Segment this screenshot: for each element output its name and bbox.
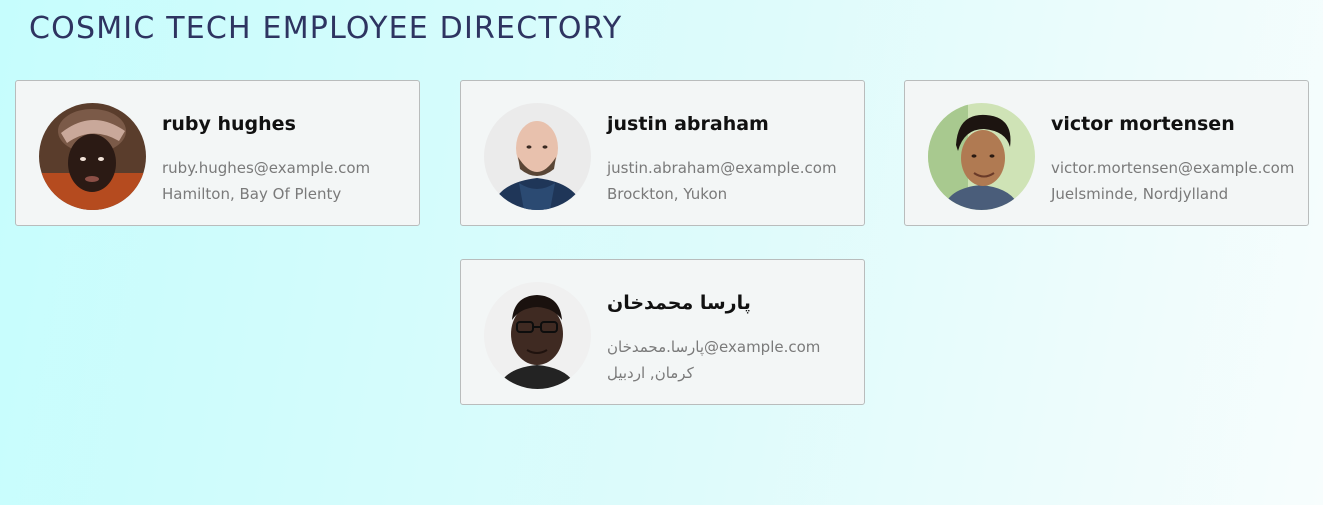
employee-email: victor.mortensen@example.com (1051, 159, 1295, 177)
employee-name: ruby hughes (162, 113, 296, 135)
employee-avatar (484, 103, 591, 210)
employee-location: کرمان, اردبیل (607, 364, 694, 382)
person-avatar-icon (928, 103, 1035, 210)
employee-avatar (484, 282, 591, 389)
employee-email: پارسا.محمدخان@example.com (607, 338, 821, 356)
employee-name: justin abraham (607, 113, 769, 135)
employee-avatar (928, 103, 1035, 210)
page-title: COSMIC TECH EMPLOYEE DIRECTORY (29, 11, 623, 46)
employee-name: پارسا محمدخان (607, 292, 751, 314)
employee-name: victor mortensen (1051, 113, 1235, 135)
employee-location: Juelsminde, Nordjylland (1051, 185, 1229, 203)
person-avatar-icon (484, 103, 591, 210)
employee-avatar (39, 103, 146, 210)
employee-location: Brockton, Yukon (607, 185, 728, 203)
employee-location: Hamilton, Bay Of Plenty (162, 185, 342, 203)
employee-card[interactable]: justin abraham justin.abraham@example.co… (460, 80, 865, 226)
employee-card[interactable]: victor mortensen victor.mortensen@exampl… (904, 80, 1309, 226)
person-avatar-icon (484, 282, 591, 389)
employee-card[interactable]: ruby hughes ruby.hughes@example.com Hami… (15, 80, 420, 226)
person-avatar-icon (39, 103, 146, 210)
employee-email: justin.abraham@example.com (607, 159, 837, 177)
employee-email: ruby.hughes@example.com (162, 159, 371, 177)
employee-card[interactable]: پارسا محمدخان پارسا.محمدخان@example.com … (460, 259, 865, 405)
